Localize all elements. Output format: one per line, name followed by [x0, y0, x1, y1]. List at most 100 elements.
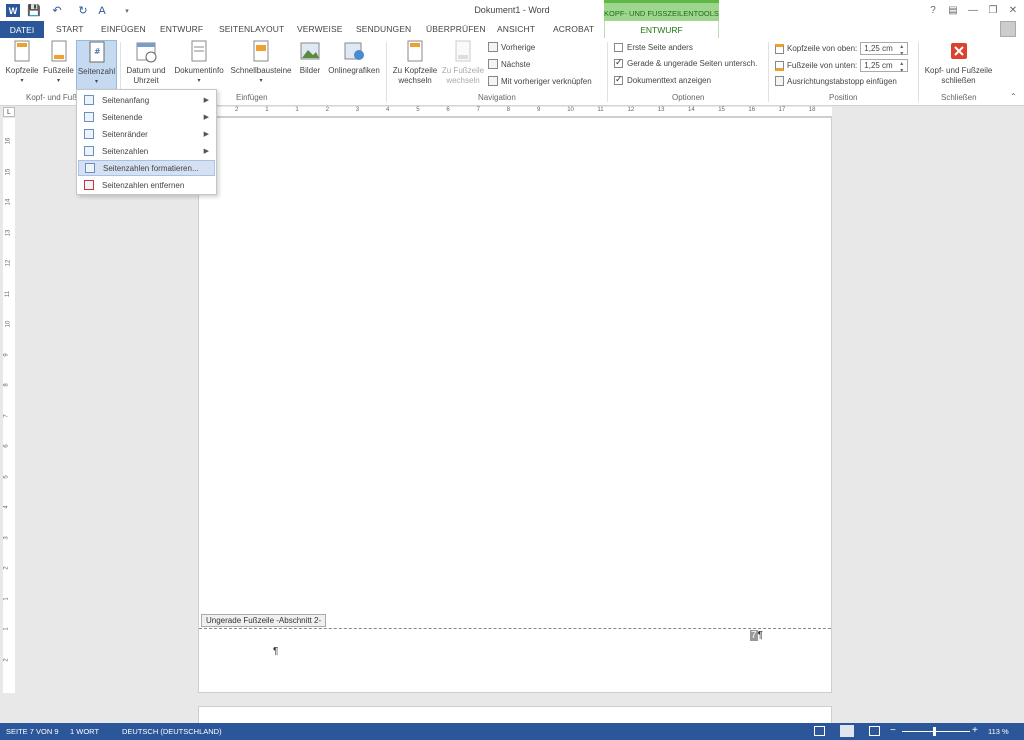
- read-mode-icon[interactable]: [814, 726, 825, 736]
- tab-selector[interactable]: L: [3, 107, 15, 117]
- horizontal-ruler[interactable]: 2 1 1 2 3 4 5 6 7 8 9 10 11 12 13 14 15 16 17 18: [198, 107, 832, 117]
- tab-entwurf[interactable]: ENTWURF: [160, 24, 203, 38]
- zoom-slider[interactable]: [902, 731, 970, 732]
- mit-vorheriger-verknuepfen-button[interactable]: Mit vorheriger verknüpfen: [488, 76, 592, 86]
- dokumentinfo-button[interactable]: Dokumentinfo ▾: [170, 40, 228, 86]
- document-info-icon: [191, 40, 207, 62]
- tab-acrobat[interactable]: ACROBAT: [553, 24, 594, 38]
- tab-verweise[interactable]: VERWEISE: [297, 24, 343, 38]
- menu-item[interactable]: Seitenende ▶: [78, 109, 215, 125]
- group-label-optionen: Optionen: [672, 93, 705, 102]
- header-icon: [14, 40, 30, 62]
- tab-start[interactable]: START: [56, 24, 84, 38]
- tab-sendungen[interactable]: SENDUNGEN: [356, 24, 411, 38]
- ausrichtungstabstopp-button[interactable]: Ausrichtungstabstopp einfügen: [775, 76, 897, 86]
- checkbox-gerade-ungerade[interactable]: [614, 57, 623, 68]
- zu-kopfzeile-button[interactable]: Zu Kopfzeile wechseln: [390, 40, 440, 86]
- tab-entwurf-contextual[interactable]: ENTWURF: [604, 21, 719, 39]
- status-language[interactable]: DEUTSCH (DEUTSCHLAND): [122, 727, 222, 736]
- naechste-button[interactable]: Nächste: [488, 59, 530, 69]
- gerade-ungerade-checkbox[interactable]: Gerade & ungerade Seiten untersch.: [614, 57, 757, 68]
- undo-icon[interactable]: ↶: [50, 4, 64, 17]
- page-number-field[interactable]: 7: [750, 630, 758, 641]
- menu-item-label: Seitenzahlen formatieren...: [103, 163, 199, 173]
- help-icon[interactable]: ?: [924, 3, 942, 17]
- footer-page-number[interactable]: 7¶: [750, 630, 763, 641]
- submenu-arrow-icon: ▶: [203, 131, 209, 138]
- word-app-icon[interactable]: W: [6, 4, 20, 17]
- ruler-tick-label: 2: [3, 566, 10, 570]
- vorherige-label: Vorherige: [501, 42, 536, 52]
- previous-icon: [488, 42, 498, 52]
- fusszeile-button[interactable]: Fußzeile ▾: [41, 40, 76, 86]
- bilder-button[interactable]: Bilder: [296, 40, 324, 76]
- tab-datei[interactable]: DATEI: [0, 21, 44, 38]
- link-icon: [488, 76, 498, 86]
- kopf-fusszeile-schliessen-button[interactable]: Kopf- und Fußzeile schließen: [921, 40, 996, 86]
- kopfzeile-von-oben-input[interactable]: 1,25 cm: [860, 42, 909, 57]
- vertical-ruler[interactable]: 16 15 14 13 12 11 10 9 8 7 6 5 4 3 2 1 1 2: [3, 118, 15, 693]
- tab-einfuegen[interactable]: EINFÜGEN: [101, 24, 146, 38]
- status-words[interactable]: 1 WORT: [70, 727, 99, 736]
- collapse-ribbon-icon[interactable]: ⌃: [1010, 92, 1017, 101]
- onlinegrafiken-button[interactable]: Onlinegrafiken: [325, 40, 383, 76]
- customize-qat-icon[interactable]: ▾: [120, 4, 134, 17]
- zoom-in-button[interactable]: +: [972, 725, 978, 736]
- format-painter-icon[interactable]: A: [95, 4, 109, 17]
- checkbox-dokumenttext[interactable]: [614, 74, 623, 85]
- vorherige-button[interactable]: Vorherige: [488, 42, 535, 52]
- fusszeile-von-unten-input[interactable]: 1,25 cm: [860, 59, 909, 74]
- close-header-footer-icon: [950, 43, 967, 59]
- ribbon-display-icon[interactable]: ▤: [944, 3, 962, 17]
- group-separator: [386, 42, 387, 102]
- user-avatar[interactable]: [1000, 21, 1016, 37]
- zu-fusszeile-label: Zu Fußzeile wechseln: [441, 66, 485, 85]
- redo-icon[interactable]: ↻: [76, 4, 90, 17]
- ausrichtung-label: Ausrichtungstabstopp einfügen: [787, 76, 897, 86]
- zu-kopfzeile-label: Zu Kopfzeile wechseln: [392, 66, 438, 85]
- menu-item[interactable]: Seitenzahlen ▶: [78, 143, 215, 159]
- ruler-tick-label: 11: [597, 107, 604, 113]
- title-bar: W 💾 ↶ ↻ A ▾ Dokument1 - Word KOPF- UND F…: [0, 0, 1024, 21]
- dokumenttext-anzeigen-checkbox[interactable]: Dokumenttext anzeigen: [614, 74, 711, 85]
- save-icon[interactable]: 💾: [27, 4, 41, 17]
- menu-item[interactable]: Seitenanfang ▶: [78, 92, 215, 108]
- kopfzeile-button[interactable]: Kopfzeile ▾: [3, 40, 41, 86]
- dokumentinfo-label: Dokumentinfo: [174, 66, 224, 75]
- zoom-slider-thumb[interactable]: [933, 727, 936, 736]
- tab-ansicht[interactable]: ANSICHT: [497, 24, 535, 38]
- fusszeile-label: Fußzeile: [43, 66, 74, 75]
- ribbon-tabs: DATEI START EINFÜGEN ENTWURF SEITENLAYOU…: [0, 21, 1024, 39]
- checkbox-erste-seite[interactable]: [614, 43, 623, 52]
- ruler-tick-label: 17: [778, 107, 786, 113]
- tab-ueberpruefen[interactable]: ÜBERPRÜFEN: [426, 24, 486, 38]
- menu-item-label: Seitenende: [102, 112, 143, 122]
- svg-text:#: #: [94, 47, 101, 56]
- zoom-out-button[interactable]: −: [890, 725, 896, 736]
- status-page[interactable]: SEITE 7 VON 9: [6, 727, 59, 736]
- ruler-tick-label: 18: [808, 107, 816, 113]
- print-layout-icon[interactable]: [840, 725, 854, 737]
- minimize-button[interactable]: —: [964, 3, 982, 17]
- ruler-tick-label: 5: [416, 107, 420, 113]
- ruler-tick-label: 7: [3, 413, 10, 418]
- ruler-tick-label: 12: [627, 107, 635, 113]
- schnellbausteine-button[interactable]: Schnellbausteine ▾: [228, 40, 294, 86]
- ruler-tick-label: 6: [3, 444, 10, 448]
- group-label-einfuegen: Einfügen: [236, 93, 268, 102]
- menu-item[interactable]: Seitenränder ▶: [78, 126, 215, 142]
- header-position-icon: [775, 43, 784, 54]
- zu-fusszeile-button[interactable]: Zu Fußzeile wechseln: [440, 40, 486, 86]
- erste-seite-anders-checkbox[interactable]: Erste Seite anders: [614, 43, 693, 52]
- restore-button[interactable]: ❐: [984, 3, 1002, 17]
- zoom-level[interactable]: 113 %: [988, 727, 1009, 736]
- web-layout-icon[interactable]: [869, 726, 880, 736]
- document-page[interactable]: Ungerade Fußzeile -Abschnitt 2- ¶ 7¶: [198, 117, 832, 693]
- dropdown-arrow-icon: ▾: [94, 79, 98, 85]
- seitenzahl-button[interactable]: # Seitenzahl ▾: [76, 40, 117, 90]
- menu-item[interactable]: Seitenzahlen formatieren...: [78, 160, 215, 176]
- menu-item[interactable]: Seitenzahlen entfernen: [78, 177, 215, 193]
- tab-seitenlayout[interactable]: SEITENLAYOUT: [219, 24, 284, 38]
- datum-uhrzeit-button[interactable]: Datum und Uhrzeit: [123, 40, 169, 86]
- close-window-button[interactable]: ✕: [1004, 3, 1022, 17]
